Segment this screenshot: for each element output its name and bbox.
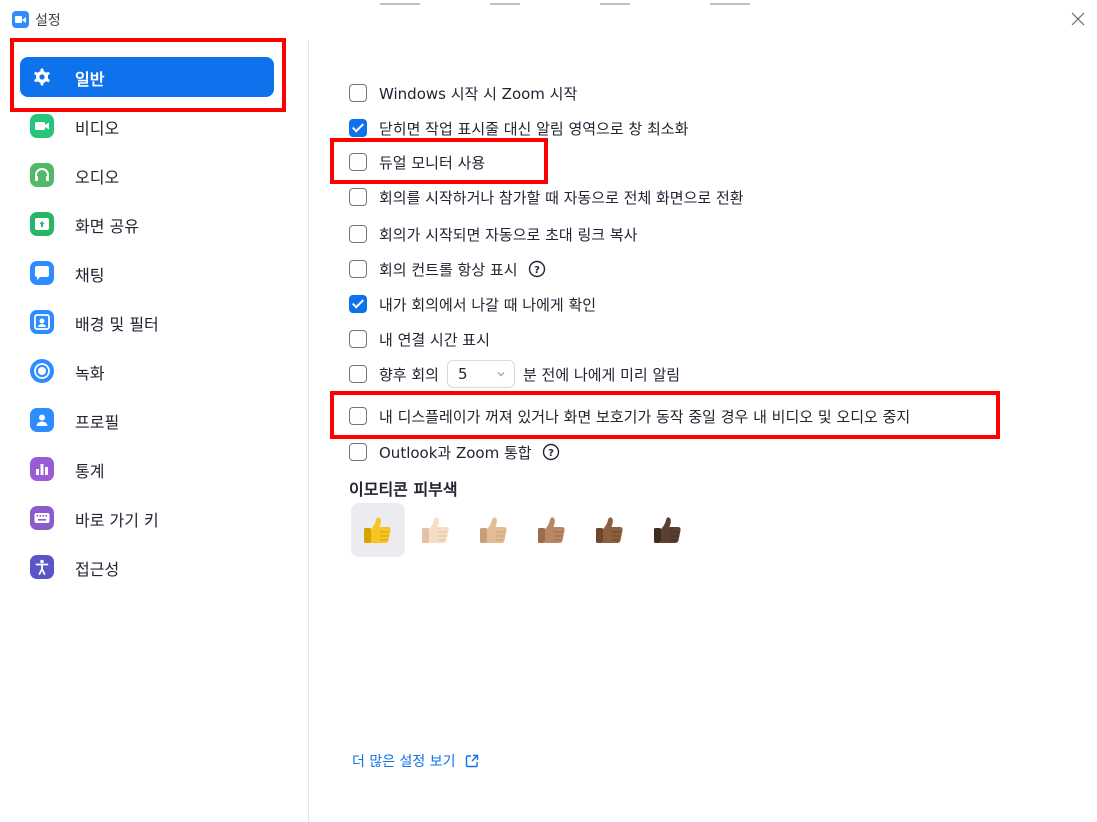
sidebar-item-label: 오디오 xyxy=(75,168,120,187)
option-auto-fullscreen: 회의를 시작하거나 참가할 때 자동으로 전체 화면으로 전환 xyxy=(349,185,744,209)
settings-sidebar: 일반 비디오 오디오 화면 공유 채팅 배경 및 필터 녹화 프로필 통계 바로… xyxy=(0,40,309,822)
option-upcoming-meeting-reminder: 향후 회의 5 분 전에 나에게 미리 알림 xyxy=(349,360,681,388)
zoom-app-icon xyxy=(12,11,29,28)
sidebar-item-label: 통계 xyxy=(75,462,105,481)
option-label: 회의를 시작하거나 참가할 때 자동으로 전체 화면으로 전환 xyxy=(379,188,744,207)
option-label: 향후 회의 xyxy=(379,365,439,384)
option-label: Outlook과 Zoom 통합 xyxy=(379,443,532,462)
sidebar-item-audio[interactable]: 오디오 xyxy=(20,155,274,195)
gear-icon xyxy=(30,65,54,89)
select-value: 5 xyxy=(457,365,468,383)
option-dual-monitor: 듀얼 모니터 사용 xyxy=(349,150,485,174)
bar-chart-icon xyxy=(30,457,54,481)
sidebar-item-label: 화면 공유 xyxy=(75,217,139,236)
close-button[interactable] xyxy=(1067,8,1089,30)
option-label: 회의가 시작되면 자동으로 초대 링크 복사 xyxy=(379,225,638,244)
checkbox[interactable] xyxy=(349,153,367,171)
thumbs-up-medium-dark-icon xyxy=(596,517,623,543)
sidebar-item-recording[interactable]: 녹화 xyxy=(20,351,274,391)
headphones-icon xyxy=(30,163,54,187)
external-link-icon xyxy=(465,754,478,768)
svg-text:?: ? xyxy=(534,265,540,276)
reminder-minutes-select[interactable]: 5 xyxy=(446,360,515,388)
thumbs-up-light-icon xyxy=(422,517,449,543)
chevron-down-icon xyxy=(497,372,505,377)
more-settings-label: 더 많은 설정 보기 xyxy=(352,754,456,770)
svg-text:?: ? xyxy=(548,448,554,459)
option-stop-video-audio-on-screensaver: 내 디스플레이가 꺼져 있거나 화면 보호기가 동작 중일 경우 내 비디오 및… xyxy=(349,404,910,428)
option-show-connected-time: 내 연결 시간 표시 xyxy=(349,327,490,351)
sidebar-item-background-filters[interactable]: 배경 및 필터 xyxy=(20,302,274,342)
profile-person-icon xyxy=(30,408,54,432)
checkbox[interactable] xyxy=(349,330,367,348)
share-screen-icon xyxy=(30,212,54,236)
sidebar-item-label: 접근성 xyxy=(75,560,120,579)
window-title: 설정 xyxy=(35,13,61,29)
thumbs-up-dark-icon xyxy=(654,517,681,543)
sidebar-item-label: 프로필 xyxy=(75,413,120,432)
question-circle-icon[interactable]: ? xyxy=(542,443,560,461)
option-confirm-leave: 내가 회의에서 나갈 때 나에게 확인 xyxy=(349,292,596,316)
skin-tone-option[interactable] xyxy=(641,503,695,557)
option-copy-invite-link: 회의가 시작되면 자동으로 초대 링크 복사 xyxy=(349,222,637,246)
skin-tone-option[interactable] xyxy=(525,503,579,557)
sidebar-item-accessibility[interactable]: 접근성 xyxy=(20,547,274,587)
title-bar: 설정 xyxy=(0,0,1097,40)
sidebar-item-label: 바로 가기 키 xyxy=(75,511,159,530)
checkbox[interactable] xyxy=(349,188,367,206)
checkbox[interactable] xyxy=(349,295,367,313)
checkbox[interactable] xyxy=(349,407,367,425)
sidebar-item-label: 녹화 xyxy=(75,364,105,383)
sidebar-item-video[interactable]: 비디오 xyxy=(20,106,274,146)
sidebar-item-profile[interactable]: 프로필 xyxy=(20,400,274,440)
chat-bubble-icon xyxy=(30,261,54,285)
sidebar-item-label: 일반 xyxy=(75,70,105,89)
close-icon xyxy=(1071,12,1085,26)
option-label: 내 연결 시간 표시 xyxy=(379,330,490,349)
option-label: Windows 시작 시 Zoom 시작 xyxy=(379,84,578,103)
option-start-zoom-on-windows-start: Windows 시작 시 Zoom 시작 xyxy=(349,81,577,105)
skin-tone-option[interactable] xyxy=(467,503,521,557)
sidebar-item-label: 배경 및 필터 xyxy=(75,315,159,334)
checkbox[interactable] xyxy=(349,260,367,278)
general-settings-panel: Windows 시작 시 Zoom 시작 닫히면 작업 표시줄 대신 알림 영역… xyxy=(309,40,1097,822)
background-person-icon xyxy=(30,310,54,334)
option-label: 내가 회의에서 나갈 때 나에게 확인 xyxy=(379,295,597,314)
option-minimize-to-tray: 닫히면 작업 표시줄 대신 알림 영역으로 창 최소화 xyxy=(349,116,688,140)
emoji-skin-tone-title: 이모티콘 피부색 xyxy=(349,480,458,499)
option-outlook-integration: Outlook과 Zoom 통합 ? xyxy=(349,440,560,464)
thumbs-up-medium-icon xyxy=(538,517,565,543)
accessibility-person-icon xyxy=(30,555,54,579)
thumbs-up-medium-light-icon xyxy=(480,517,507,543)
video-camera-icon xyxy=(30,114,54,138)
record-icon xyxy=(30,359,54,383)
question-circle-icon[interactable]: ? xyxy=(528,260,546,278)
checkbox[interactable] xyxy=(349,365,367,383)
option-label: 듀얼 모니터 사용 xyxy=(379,153,486,172)
more-settings-link[interactable]: 더 많은 설정 보기 xyxy=(352,751,480,771)
checkbox[interactable] xyxy=(349,84,367,102)
checkbox[interactable] xyxy=(349,443,367,461)
sidebar-item-general[interactable]: 일반 xyxy=(20,57,274,97)
skin-tone-option[interactable] xyxy=(409,503,463,557)
checkbox[interactable] xyxy=(349,119,367,137)
skin-tone-option[interactable] xyxy=(583,503,637,557)
sidebar-item-statistics[interactable]: 통계 xyxy=(20,449,274,489)
option-label: 회의 컨트롤 항상 표시 xyxy=(379,260,518,279)
skin-tone-option[interactable] xyxy=(351,503,405,557)
option-label: 분 전에 나에게 미리 알림 xyxy=(522,365,681,384)
option-label: 내 디스플레이가 꺼져 있거나 화면 보호기가 동작 중일 경우 내 비디오 및… xyxy=(379,407,911,426)
sidebar-item-label: 채팅 xyxy=(75,266,105,285)
checkbox[interactable] xyxy=(349,225,367,243)
sidebar-item-share-screen[interactable]: 화면 공유 xyxy=(20,204,274,244)
sidebar-item-label: 비디오 xyxy=(75,119,120,138)
skin-tone-picker xyxy=(351,503,699,557)
sidebar-item-chat[interactable]: 채팅 xyxy=(20,253,274,293)
sidebar-item-keyboard-shortcuts[interactable]: 바로 가기 키 xyxy=(20,498,274,538)
option-always-show-controls: 회의 컨트롤 항상 표시 ? xyxy=(349,257,546,281)
keyboard-icon xyxy=(30,506,54,530)
option-label: 닫히면 작업 표시줄 대신 알림 영역으로 창 최소화 xyxy=(379,119,689,138)
thumbs-up-default-icon xyxy=(364,517,391,543)
